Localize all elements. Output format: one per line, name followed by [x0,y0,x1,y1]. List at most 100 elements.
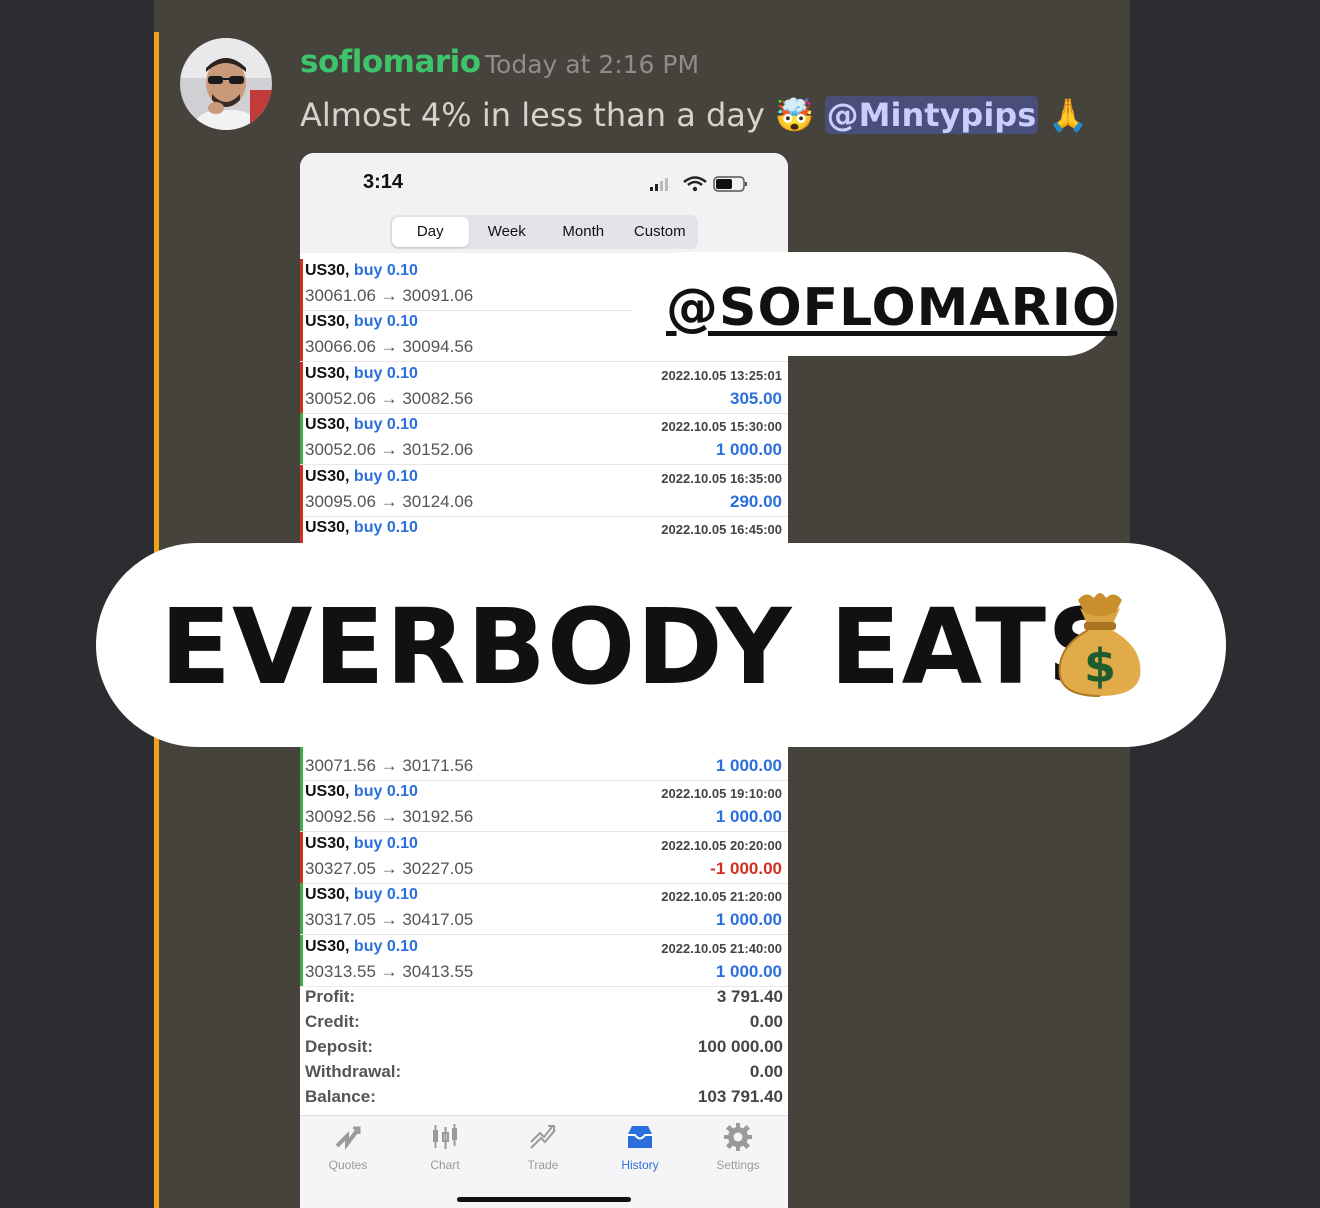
chart-icon [433,1124,457,1149]
trade-row[interactable]: US30, buy 0.10 30052.06 → 30152.06 2022.10… [300,413,788,466]
handle-sticker-text: @SOFLOMARIO [666,278,1118,338]
trade-prices: 30327.05 → 30227.05 [305,858,474,878]
trade-prices: 30317.05 → 30417.05 [305,910,474,930]
message-timestamp: Today at 2:16 PM [485,50,700,79]
trade-status-marker [300,310,303,362]
trade-prices: 30071.56 → 30171.56 [305,756,474,775]
trade-icon [530,1125,556,1149]
trade-symbol: US30, [305,886,350,904]
trade-symbol-line: US30, buy 0.10 [305,313,418,331]
message-text: Almost 4% in less than a day 🤯 @Mintypip… [300,96,1088,134]
trade-symbol-line: US30, buy 0.10 [305,468,418,486]
trade-prices: 30066.06 → 30094.56 [305,337,474,357]
trade-close-time: 2022.10.05 21:40:00 [661,940,782,956]
trade-profit: 305.00 [730,388,782,408]
summary-profit: Profit: 3 791.40 [305,987,783,1012]
tab-label: Trade [527,1158,559,1172]
status-icons [650,173,760,200]
trade-row[interactable]: US30, buy 0.10 30327.05 → 30227.05 2022.10… [300,831,788,884]
svg-text:$: $ [1084,639,1116,693]
money-bag-icon: $ [1050,586,1150,698]
tab-month[interactable]: Month [545,217,622,247]
summary-value: 100 000.00 [697,1037,783,1056]
trade-profit: 290.00 [730,491,782,511]
trade-row[interactable]: US30, buy 0.10 30095.06 → 30124.06 2022.10… [300,464,788,517]
trade-side: buy 0.10 [353,364,418,382]
trade-profit: 1 000.00 [715,961,782,981]
tab-day[interactable]: Day [392,217,469,247]
trade-symbol: US30, [305,519,350,536]
trade-symbol-line: US30, buy 0.10 [305,886,418,904]
trade-symbol: US30, [305,834,350,852]
trade-side: buy 0.10 [353,467,418,485]
summary-label: Credit: [305,1012,360,1031]
trade-side: buy 0.10 [353,783,418,801]
account-summary: Profit: 3 791.40 Credit: 0.00 Deposit: 100 … [305,987,783,1112]
summary-deposit: Deposit: 100 000.00 [305,1037,783,1062]
summary-value: 103 791.40 [697,1087,783,1106]
trade-close-time: 2022.10.05 15:30:00 [661,419,782,435]
trade-row[interactable]: US30, buy 0.10 30313.55 → 30413.55 2022.10… [300,934,788,987]
gear-icon [724,1123,752,1151]
user-mention[interactable]: @Mintypips [824,96,1039,134]
trade-prices: 30313.55 → 30413.55 [305,961,474,981]
trade-symbol-line: US30, buy 0.10 [305,262,418,280]
summary-label: Deposit: [305,1037,373,1056]
history-icon [628,1126,652,1148]
tab-week[interactable]: Week [469,217,546,247]
tab-settings[interactable]: Settings [698,1122,778,1172]
trade-status-marker [300,259,303,310]
trade-side: buy 0.10 [353,937,418,955]
tab-label: History [621,1158,659,1172]
trade-prices: 30092.56 → 30192.56 [305,807,474,827]
tab-label: Quotes [328,1158,368,1172]
tab-custom[interactable]: Custom [622,217,699,247]
trade-side: buy 0.10 [353,416,418,434]
avatar[interactable] [180,38,272,130]
tab-chart[interactable]: Chart [405,1122,485,1172]
summary-withdrawal: Withdrawal: 0.00 [305,1062,783,1087]
trade-side: buy 0.10 [353,262,418,279]
trade-profit: 1 000.00 [715,807,782,827]
summary-label: Profit: [305,987,356,1006]
exploding-head-emoji-icon: 🤯 [774,96,815,134]
trade-side: buy 0.10 [353,313,418,331]
quotes-icon [335,1126,361,1150]
trade-status-marker [300,934,303,986]
trade-row[interactable]: US30, buy 0.10 30052.06 → 30082.56 2022.10… [300,361,788,414]
trade-symbol: US30, [305,262,350,279]
tab-history[interactable]: History [600,1122,680,1172]
trade-symbol: US30, [305,467,350,485]
trade-symbol: US30, [305,416,350,434]
trade-close-time: 2022.10.05 16:35:00 [661,470,782,486]
trade-profit: 1 000.00 [715,756,782,775]
trade-symbol-line: US30, buy 0.10 [305,416,418,434]
tab-quotes[interactable]: Quotes [308,1122,388,1172]
trade-profit: 1 000.00 [715,910,782,930]
summary-label: Withdrawal: [305,1062,402,1081]
trade-status-marker [300,831,303,883]
trade-row[interactable]: US30, buy 0.10 30092.56 → 30192.56 2022.10… [300,780,788,833]
trade-prices: 30061.06 → 30091.06 [305,286,474,305]
trade-status-marker [300,464,303,516]
trade-side: buy 0.10 [353,519,418,536]
trade-side: buy 0.10 [353,886,418,904]
trade-symbol-line: US30, buy 0.10 [305,783,418,801]
trade-row[interactable]: US30, buy 0.10 30317.05 → 30417.05 2022.10… [300,883,788,936]
trade-status-marker [300,883,303,935]
phone-clock: 3:14 [363,171,404,193]
trade-symbol: US30, [305,364,350,382]
trade-status-marker [300,780,303,832]
bottom-tab-bar: Quotes Chart Trade History Settings [300,1115,788,1208]
trade-symbol: US30, [305,313,350,331]
tab-label: Settings [716,1158,760,1172]
trade-symbol: US30, [305,783,350,801]
summary-value: 3 791.40 [716,987,783,1006]
tab-trade[interactable]: Trade [503,1122,583,1172]
trade-symbol-line: US30, buy 0.10 [305,519,418,537]
trade-prices: 30052.06 → 30152.06 [305,440,474,460]
tab-label: Chart [430,1158,460,1172]
username[interactable]: soflomario [300,44,481,80]
trade-profit: -1 000.00 [710,858,782,878]
trade-side: buy 0.10 [353,834,418,852]
